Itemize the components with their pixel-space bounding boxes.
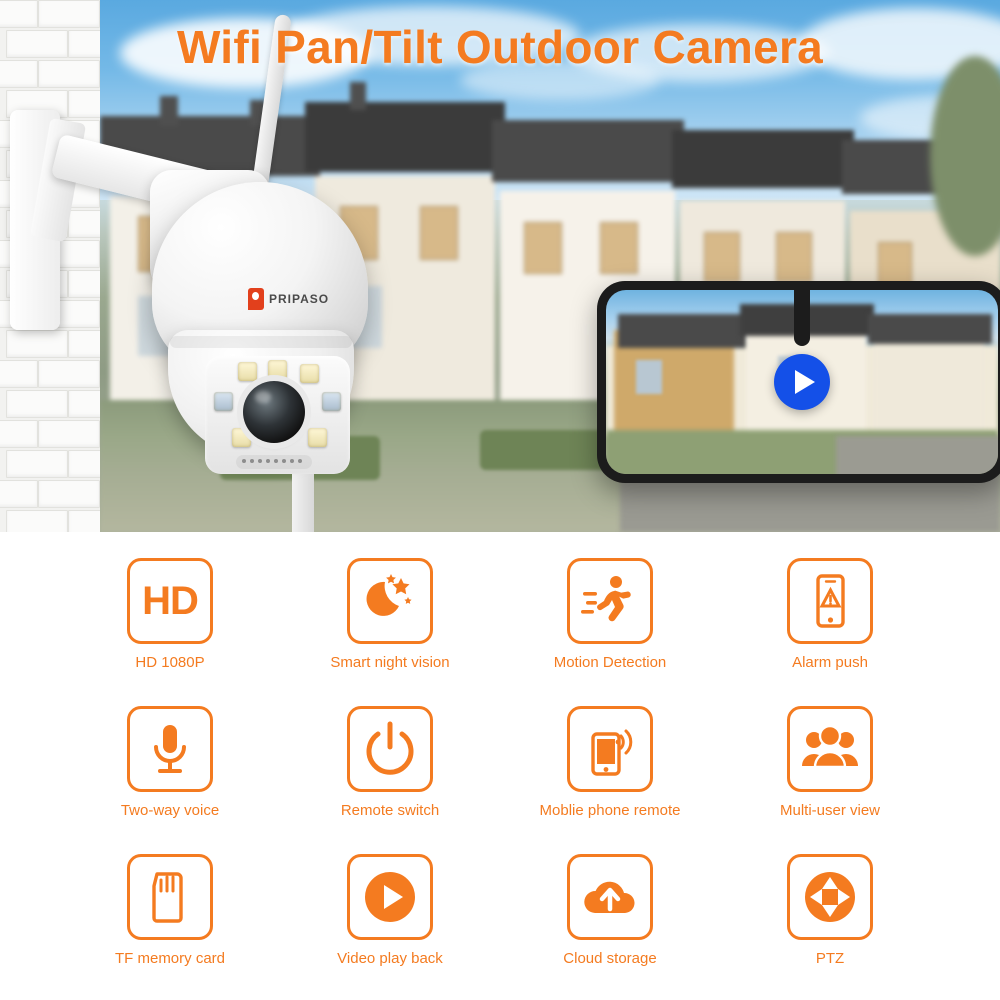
feature-label: Smart night vision xyxy=(330,653,450,671)
feature-mobile-phone-remote: Moblie phone remote xyxy=(500,688,720,836)
feature-two-way-voice: Two-way voice xyxy=(60,688,280,836)
feature-remote-switch: Remote switch xyxy=(280,688,500,836)
memory-card-icon xyxy=(127,853,213,940)
brand-name: PRIPASO xyxy=(269,292,330,306)
page-title: Wifi Pan/Tilt Outdoor Camera xyxy=(176,21,824,73)
group-people-icon xyxy=(787,705,873,792)
product-marketing-image: PRIPASO Wifi Pan/Tilt Outdoor Camera HD … xyxy=(0,0,1000,1000)
camera-seam xyxy=(170,336,352,348)
feature-hd-1080p: HD HD 1080P xyxy=(60,540,280,688)
hero-banner: PRIPASO Wifi Pan/Tilt Outdoor Camera xyxy=(0,0,1000,532)
feature-label: Remote switch xyxy=(340,801,440,819)
smartphone-mockup xyxy=(597,281,1000,483)
pripaso-logo-icon xyxy=(248,288,264,310)
hd-text-icon: HD xyxy=(127,557,213,644)
feature-grid: HD HD 1080P Smart night vision Motion De… xyxy=(0,532,1000,1000)
play-button[interactable] xyxy=(774,354,830,410)
feature-video-play-back: Video play back xyxy=(280,836,500,984)
dpad-arrows-icon xyxy=(787,853,873,940)
microphone-icon xyxy=(127,705,213,792)
feature-label: HD 1080P xyxy=(135,653,205,671)
phone-screen xyxy=(606,290,998,474)
brand-logo: PRIPASO xyxy=(248,288,329,310)
play-circle-icon xyxy=(347,853,433,940)
feature-label: Moblie phone remote xyxy=(539,801,681,819)
feature-label: Multi-user view xyxy=(779,801,881,819)
speaker-grille xyxy=(236,455,312,469)
phone-alert-icon xyxy=(787,557,873,644)
feature-label: Alarm push xyxy=(792,653,868,671)
feature-tf-memory-card: TF memory card xyxy=(60,836,280,984)
feature-label: Video play back xyxy=(337,949,443,967)
feature-smart-night-vision: Smart night vision xyxy=(280,540,500,688)
feature-ptz: PTZ xyxy=(720,836,940,984)
feature-label: Two-way voice xyxy=(120,801,220,819)
phone-notch xyxy=(794,290,810,346)
feature-label: Motion Detection xyxy=(553,653,667,671)
cloud-upload-icon xyxy=(567,853,653,940)
running-person-icon xyxy=(567,557,653,644)
camera-lens xyxy=(243,381,305,443)
phone-wifi-icon xyxy=(567,705,653,792)
feature-alarm-push: Alarm push xyxy=(720,540,940,688)
moon-stars-icon xyxy=(347,557,433,644)
feature-multi-user-view: Multi-user view xyxy=(720,688,940,836)
feature-cloud-storage: Cloud storage xyxy=(500,836,720,984)
power-icon xyxy=(347,705,433,792)
feature-motion-detection: Motion Detection xyxy=(500,540,720,688)
feature-label: PTZ xyxy=(815,949,845,967)
feature-label: Cloud storage xyxy=(563,949,657,967)
feature-label: TF memory card xyxy=(114,949,225,967)
